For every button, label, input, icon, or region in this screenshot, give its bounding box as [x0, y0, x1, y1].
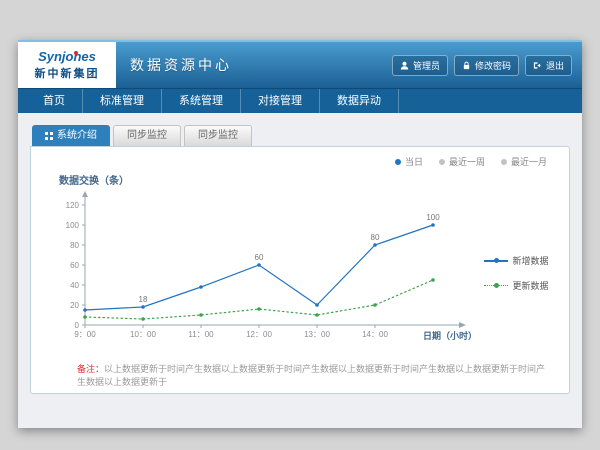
- note-label: 备注：: [77, 364, 104, 374]
- svg-text:9：00: 9：00: [74, 330, 96, 339]
- chart-panel: 当日 最近一周 最近一月 数据交换（条） 0 20 40 60 80 100 120 9：00…: [30, 146, 570, 394]
- svg-text:12：00: 12：00: [246, 330, 272, 339]
- svg-text:60: 60: [255, 253, 264, 262]
- user-icon: [400, 61, 409, 70]
- svg-text:100: 100: [66, 221, 80, 230]
- lock-icon: [462, 61, 471, 70]
- line-chart: 0 20 40 60 80 100 120 9：00 10：00 11：00 12：00 13：00 1…: [47, 189, 480, 357]
- page-title: 数据资源中心: [130, 55, 232, 75]
- filter-item-today[interactable]: 当日: [395, 155, 423, 168]
- brand-dot-icon: [74, 51, 78, 55]
- brand-name: Synjones: [38, 49, 96, 64]
- svg-text:80: 80: [371, 233, 380, 242]
- grid-icon: [45, 132, 53, 140]
- svg-text:40: 40: [70, 281, 79, 290]
- header-actions: 管理员 修改密码 退出: [392, 42, 582, 88]
- svg-text:100: 100: [426, 213, 440, 222]
- filter-dot-icon: [439, 159, 445, 165]
- app-window: Synjones 新中新集团 数据资源中心 管理员 修改密码: [18, 40, 582, 428]
- filter-legend: 当日 最近一周 最近一月: [47, 155, 553, 168]
- note-text: 以上数据更新于时间产生数据以上数据更新于时间产生数据以上数据更新于时间产生数据以…: [77, 364, 545, 387]
- admin-user-button[interactable]: 管理员: [392, 55, 448, 76]
- nav-item-home[interactable]: 首页: [26, 89, 83, 113]
- dotted-line-sample-icon: [484, 282, 508, 289]
- footer-note: 备注：以上数据更新于时间产生数据以上数据更新于时间产生数据以上数据更新于时间产生…: [47, 363, 553, 389]
- chart-row: 0 20 40 60 80 100 120 9：00 10：00 11：00 12：00 13：00 1…: [47, 189, 553, 357]
- svg-text:11：00: 11：00: [188, 330, 214, 339]
- brand-logo: Synjones 新中新集团: [18, 42, 116, 88]
- series-item-new-data[interactable]: 新增数据: [484, 254, 553, 267]
- change-password-button[interactable]: 修改密码: [454, 55, 519, 76]
- svg-text:14：00: 14：00: [362, 330, 388, 339]
- svg-text:20: 20: [70, 301, 79, 310]
- nav-item-connect-mgmt[interactable]: 对接管理: [241, 89, 320, 113]
- svg-text:13：00: 13：00: [304, 330, 330, 339]
- tab-sync-monitor-1[interactable]: 同步监控: [113, 125, 181, 146]
- line-sample-icon: [484, 257, 508, 264]
- series-item-update-data[interactable]: 更新数据: [484, 279, 553, 292]
- svg-text:日期（小时）: 日期（小时）: [423, 330, 477, 341]
- filter-item-last-week[interactable]: 最近一周: [439, 155, 485, 168]
- logout-icon: [533, 61, 542, 70]
- svg-text:60: 60: [70, 261, 79, 270]
- brand-subtitle: 新中新集团: [35, 65, 100, 81]
- app-header: Synjones 新中新集团 数据资源中心 管理员 修改密码: [18, 40, 582, 88]
- svg-text:0: 0: [75, 321, 80, 330]
- tab-bar: 系统介绍 同步监控 同步监控: [32, 125, 570, 146]
- logout-button[interactable]: 退出: [525, 55, 572, 76]
- nav-item-standard-mgmt[interactable]: 标准管理: [83, 89, 162, 113]
- series-legend: 新增数据 更新数据: [484, 254, 553, 292]
- nav-item-data-change[interactable]: 数据异动: [320, 89, 399, 113]
- svg-text:10：00: 10：00: [130, 330, 156, 339]
- svg-text:80: 80: [70, 241, 79, 250]
- filter-item-last-month[interactable]: 最近一月: [501, 155, 547, 168]
- y-axis-title: 数据交换（条）: [59, 172, 553, 187]
- main-nav: 首页 标准管理 系统管理 对接管理 数据异动: [18, 88, 582, 113]
- nav-item-system-mgmt[interactable]: 系统管理: [162, 89, 241, 113]
- tab-sync-monitor-2[interactable]: 同步监控: [184, 125, 252, 146]
- svg-text:120: 120: [66, 201, 80, 210]
- filter-dot-icon: [501, 159, 507, 165]
- tab-system-intro[interactable]: 系统介绍: [32, 125, 110, 146]
- content-area: 系统介绍 同步监控 同步监控 当日 最近一周: [18, 113, 582, 428]
- filter-dot-icon: [395, 159, 401, 165]
- svg-text:18: 18: [139, 295, 148, 304]
